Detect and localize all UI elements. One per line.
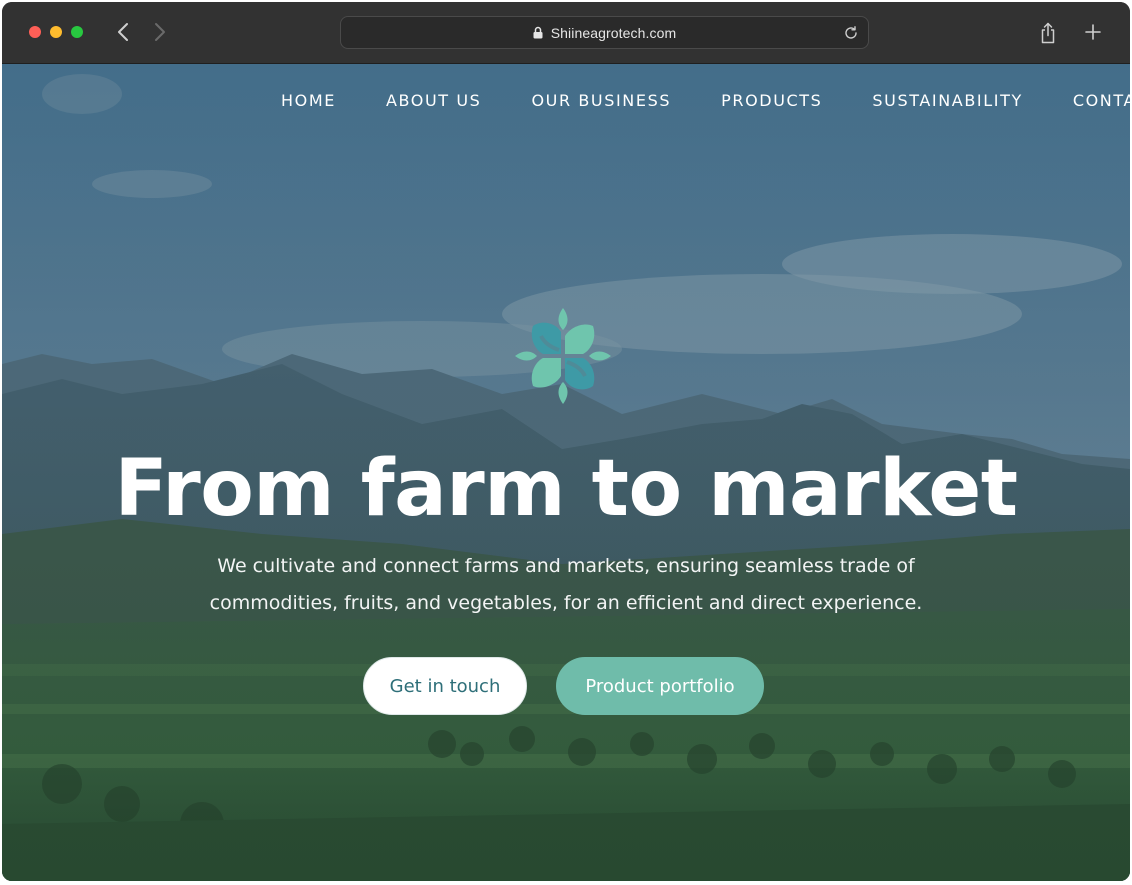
nav-item-contact[interactable]: CONTA — [1073, 91, 1130, 110]
forward-icon[interactable] — [150, 22, 168, 42]
nav-item-our-business[interactable]: OUR BUSINESS — [531, 91, 671, 110]
hero-headline: From farm to market — [114, 444, 1018, 534]
url-text: Shiineagrotech.com — [550, 24, 677, 41]
nav-item-about-us[interactable]: ABOUT US — [386, 91, 481, 110]
reload-icon[interactable] — [843, 25, 859, 41]
lock-icon — [533, 26, 543, 39]
nav-item-home[interactable]: HOME — [281, 91, 336, 110]
maximize-window-button[interactable] — [71, 26, 83, 38]
product-portfolio-button[interactable]: Product portfolio — [556, 657, 764, 715]
address-bar[interactable]: Shiineagrotech.com — [340, 16, 869, 49]
nav-item-sustainability[interactable]: SUSTAINABILITY — [872, 91, 1022, 110]
new-tab-icon[interactable] — [1084, 23, 1102, 41]
share-icon[interactable] — [1039, 22, 1057, 44]
website-hero: HOME ABOUT US OUR BUSINESS PRODUCTS SUST… — [2, 64, 1130, 881]
main-navigation: HOME ABOUT US OUR BUSINESS PRODUCTS SUST… — [281, 91, 1130, 110]
minimize-window-button[interactable] — [50, 26, 62, 38]
nav-item-products[interactable]: PRODUCTS — [721, 91, 822, 110]
company-logo — [515, 308, 611, 404]
close-window-button[interactable] — [29, 26, 41, 38]
browser-window: Shiineagrotech.com HOME ABOUT US OUR BUS… — [2, 2, 1130, 881]
browser-toolbar: Shiineagrotech.com — [2, 2, 1130, 64]
back-icon[interactable] — [115, 22, 133, 42]
get-in-touch-button[interactable]: Get in touch — [363, 657, 527, 715]
hero-subtext: We cultivate and connect farms and marke… — [209, 555, 923, 614]
